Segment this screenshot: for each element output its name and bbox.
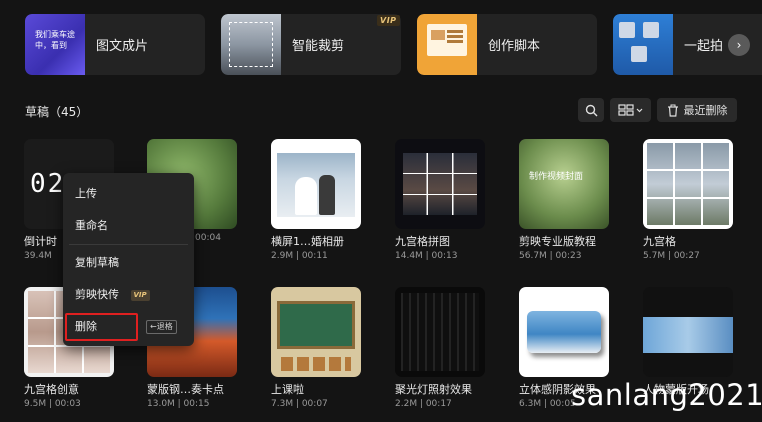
trash-icon xyxy=(667,104,678,117)
search-button[interactable] xyxy=(578,98,604,122)
feature-label: 图文成片 xyxy=(96,39,149,54)
draft-thumbnail xyxy=(643,287,733,377)
view-mode-button[interactable] xyxy=(610,98,651,122)
draft-meta: 56.7M | 00:23 xyxy=(519,251,582,261)
menu-item-delete[interactable]: 删除 ←退格 xyxy=(63,313,194,341)
draft-thumbnail xyxy=(643,139,733,229)
draft-card[interactable]: 九宫格 5.7M | 00:27 xyxy=(643,139,735,261)
draft-card[interactable]: 聚光灯照射效果 2.2M | 00:17 xyxy=(395,287,487,409)
scroll-right-button[interactable]: › xyxy=(728,34,750,56)
feature-card-smart-crop[interactable]: 智能裁剪 xyxy=(221,14,401,75)
menu-item-upload[interactable]: 上传 xyxy=(63,181,194,207)
draft-thumbnail xyxy=(271,287,361,377)
draft-thumbnail xyxy=(395,287,485,377)
draft-title: 九宫格创意 xyxy=(24,383,79,396)
search-icon xyxy=(585,104,597,116)
feature-label: 创作脚本 xyxy=(488,39,541,54)
draft-meta: 2.9M | 00:11 xyxy=(271,251,328,261)
menu-divider xyxy=(69,244,188,245)
delete-highlight-box xyxy=(65,313,138,341)
draft-meta: 7.3M | 00:07 xyxy=(271,399,328,409)
countdown-digits: 02 xyxy=(30,169,66,199)
watermark: sanlang2021 xyxy=(571,378,762,412)
thumbnail-caption: 我们乘车途中，看到 xyxy=(35,30,75,50)
feature-cards-row: 我们乘车途中，看到 图文成片 智能裁剪 VIP 创作脚本 一起拍 › xyxy=(0,0,762,90)
draft-thumbnail xyxy=(271,139,361,229)
draft-context-menu: 上传 重命名 复制草稿 剪映快传 VIP 删除 ←退格 xyxy=(63,173,194,346)
recent-delete-label: 最近删除 xyxy=(683,104,728,117)
draft-title: 蒙版钢…奏卡点 xyxy=(147,383,224,396)
draft-thumbnail xyxy=(395,139,485,229)
draft-meta: 2.2M | 00:17 xyxy=(395,399,452,409)
draft-card[interactable]: 制作视频封面 剪映专业版教程 56.7M | 00:23 xyxy=(519,139,611,261)
menu-item-duplicate[interactable]: 复制草稿 xyxy=(63,250,194,276)
photo-icon xyxy=(619,22,635,38)
draft-title: 九宫格拼图 xyxy=(395,235,450,248)
vip-badge: VIP xyxy=(130,289,150,301)
draft-card[interactable]: 上课啦 7.3M | 00:07 xyxy=(271,287,363,409)
draft-title: 剪映专业版教程 xyxy=(519,235,596,248)
draft-title: 上课啦 xyxy=(271,383,304,396)
draft-meta: 9.5M | 00:03 xyxy=(24,399,81,409)
recent-delete-button[interactable]: 最近删除 xyxy=(657,98,737,122)
feature-card-text-to-video[interactable]: 我们乘车途中，看到 图文成片 xyxy=(25,14,205,75)
draft-meta: 5.7M | 00:27 xyxy=(643,251,700,261)
draft-meta: 13.0M | 00:15 xyxy=(147,399,210,409)
draft-thumbnail: 制作视频封面 xyxy=(519,139,609,229)
grid-view-icon xyxy=(617,104,642,116)
draft-title: 九宫格 xyxy=(643,235,676,248)
photo-icon xyxy=(631,46,647,62)
draft-card[interactable]: 九宫格拼图 14.4M | 00:13 xyxy=(395,139,487,261)
draft-meta: 14.4M | 00:13 xyxy=(395,251,458,261)
menu-item-quick-share[interactable]: 剪映快传 VIP xyxy=(63,282,194,308)
vip-badge: VIP xyxy=(377,15,400,26)
menu-item-label: 剪映快传 xyxy=(75,288,119,301)
photo-icon xyxy=(643,22,659,38)
draft-title: 横屏1…婚相册 xyxy=(271,235,344,248)
backspace-hotkey-hint: ←退格 xyxy=(146,320,177,334)
text-to-video-thumbnail: 我们乘车途中，看到 xyxy=(25,14,85,75)
feature-card-script[interactable]: 创作脚本 xyxy=(417,14,597,75)
shoot-together-thumbnail xyxy=(613,14,673,75)
drafts-title: 草稿（45） xyxy=(25,105,89,119)
document-icon xyxy=(427,24,467,56)
feature-label: 一起拍 xyxy=(684,39,724,54)
smart-crop-thumbnail xyxy=(221,14,281,75)
draft-card[interactable]: 横屏1…婚相册 2.9M | 00:11 xyxy=(271,139,363,261)
thumbnail-caption: 制作视频封面 xyxy=(529,172,584,182)
script-thumbnail xyxy=(417,14,477,75)
feature-label: 智能裁剪 xyxy=(292,39,345,54)
draft-title: 聚光灯照射效果 xyxy=(395,383,472,396)
menu-item-rename[interactable]: 重命名 xyxy=(63,213,194,239)
draft-thumbnail xyxy=(519,287,609,377)
